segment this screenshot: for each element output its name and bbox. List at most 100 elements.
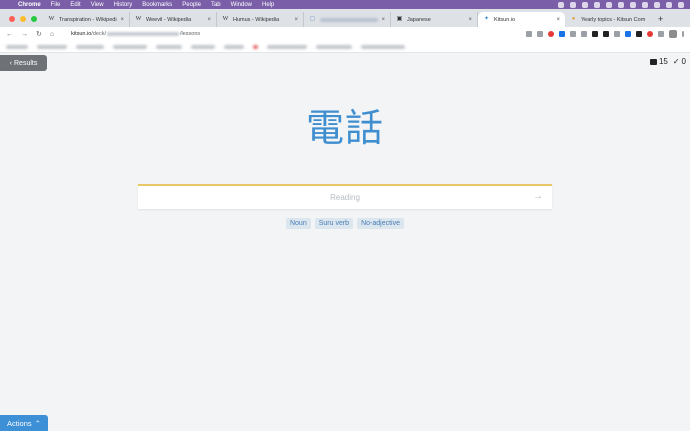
extension-icon[interactable] bbox=[570, 31, 576, 37]
results-button[interactable]: ‹ Results bbox=[0, 55, 47, 71]
star-icon[interactable] bbox=[537, 31, 543, 37]
menu-app-name[interactable]: Chrome bbox=[18, 2, 41, 8]
window-controls bbox=[0, 16, 43, 27]
check-icon: ✓ bbox=[672, 57, 680, 66]
remaining-counter: 15 bbox=[649, 57, 668, 66]
tab-title: Transpiration - Wikipedia bbox=[59, 16, 118, 23]
close-tab-icon[interactable]: × bbox=[120, 17, 124, 23]
blurred-tab-title bbox=[320, 17, 379, 22]
extension-icon[interactable] bbox=[647, 31, 653, 37]
wifi-icon[interactable] bbox=[630, 1, 636, 8]
word-type-tags: Noun Suru verb No-adjective bbox=[0, 218, 690, 229]
home-button[interactable]: ⌂ bbox=[50, 31, 54, 38]
menu-window[interactable]: Window bbox=[231, 2, 252, 8]
extension-icon[interactable] bbox=[603, 31, 609, 37]
actions-button[interactable]: Actions ⌃ bbox=[0, 415, 48, 431]
extension-icon[interactable] bbox=[636, 31, 642, 37]
bookmarks-bar bbox=[0, 41, 690, 53]
tab-blurred[interactable]: ▢ × bbox=[304, 12, 391, 27]
inbox-icon bbox=[649, 59, 657, 65]
menu-help[interactable]: Help bbox=[262, 2, 274, 8]
status-icon[interactable] bbox=[570, 1, 576, 8]
bookmark-item[interactable] bbox=[316, 44, 352, 49]
reading-input[interactable] bbox=[138, 186, 552, 209]
lesson-page: ‹ Results 15 ✓0 電話 → Noun Suru verb No-a… bbox=[0, 53, 690, 431]
back-button[interactable]: ← bbox=[6, 31, 13, 38]
tag-no-adjective: No-adjective bbox=[357, 218, 404, 229]
adblock-icon[interactable] bbox=[548, 31, 554, 37]
bookmark-item[interactable] bbox=[224, 44, 244, 49]
extension-icon[interactable] bbox=[581, 31, 587, 37]
bookmark-item[interactable] bbox=[6, 44, 28, 49]
tab-humus[interactable]: W Humus - Wikipedia × bbox=[217, 12, 304, 27]
puzzle-icon[interactable] bbox=[658, 31, 664, 37]
menu-view[interactable]: View bbox=[91, 2, 104, 8]
flag-icon[interactable] bbox=[642, 1, 648, 8]
tab-kitsun[interactable]: ✦ Kitsun.io × bbox=[478, 12, 565, 27]
bookmark-item[interactable] bbox=[156, 44, 182, 49]
close-tab-icon[interactable]: × bbox=[207, 17, 211, 23]
progress-counters: 15 ✓ 0 bbox=[649, 57, 686, 66]
tab-transpiration[interactable]: W Transpiration - Wikipedia × bbox=[43, 12, 130, 27]
close-tab-icon[interactable]: × bbox=[468, 17, 472, 23]
results-label: Results bbox=[14, 59, 38, 67]
minimize-window-button[interactable] bbox=[20, 16, 26, 22]
tab-strip: W Transpiration - Wikipedia × W Weevil -… bbox=[0, 9, 690, 27]
remaining-count: 15 bbox=[658, 57, 668, 66]
done-count: 0 bbox=[681, 57, 686, 66]
battery-icon[interactable] bbox=[654, 1, 660, 8]
close-tab-icon[interactable]: × bbox=[556, 17, 560, 23]
kitsun-icon: ✦ bbox=[483, 16, 490, 22]
url-prefix: /deck/ bbox=[91, 31, 106, 37]
bookmark-item[interactable] bbox=[361, 44, 405, 49]
address-bar[interactable]: kitsun.io /deck/ /lessons bbox=[66, 31, 526, 37]
bookmark-item[interactable] bbox=[267, 44, 307, 49]
menu-icon[interactable] bbox=[682, 31, 684, 37]
extension-icon[interactable] bbox=[614, 31, 620, 37]
tab-title: Kitsun.io bbox=[494, 16, 516, 23]
tab-yearly-topics[interactable]: ● Yearly topics - Kitsun Com bbox=[565, 12, 652, 27]
bookmark-item[interactable] bbox=[191, 44, 215, 49]
menu-file[interactable]: File bbox=[51, 2, 61, 8]
status-icon[interactable] bbox=[558, 1, 564, 8]
menu-history[interactable]: History bbox=[114, 2, 133, 8]
bluetooth-icon[interactable] bbox=[618, 1, 624, 8]
page-icon: ▢ bbox=[309, 16, 316, 22]
bookmark-item[interactable] bbox=[113, 44, 147, 49]
wikipedia-icon: W bbox=[222, 16, 229, 22]
profile-avatar[interactable] bbox=[669, 30, 677, 38]
reload-button[interactable]: ↻ bbox=[36, 30, 42, 38]
status-icon[interactable] bbox=[582, 1, 588, 8]
forward-button[interactable]: → bbox=[21, 31, 28, 38]
extension-icon[interactable] bbox=[592, 31, 598, 37]
url-redacted bbox=[106, 32, 179, 36]
menu-tab[interactable]: Tab bbox=[211, 2, 221, 8]
cast-icon[interactable] bbox=[526, 31, 532, 37]
menu-bookmarks[interactable]: Bookmarks bbox=[142, 2, 172, 8]
extension-icon[interactable] bbox=[625, 31, 631, 37]
bookmark-item[interactable] bbox=[253, 44, 258, 49]
status-icon[interactable] bbox=[606, 1, 612, 8]
menu-edit[interactable]: Edit bbox=[70, 2, 80, 8]
zoom-window-button[interactable] bbox=[31, 16, 37, 22]
search-icon[interactable] bbox=[666, 1, 672, 8]
close-tab-icon[interactable]: × bbox=[294, 17, 298, 23]
menu-extras bbox=[558, 1, 690, 8]
control-center-icon[interactable] bbox=[678, 1, 684, 8]
close-window-button[interactable] bbox=[9, 16, 15, 22]
status-icon[interactable] bbox=[594, 1, 600, 8]
tab-title: Humus - Wikipedia bbox=[233, 16, 280, 23]
tab-japanese[interactable]: ▣ Japanese × bbox=[391, 12, 478, 27]
macos-menu-bar: Chrome File Edit View History Bookmarks … bbox=[0, 0, 690, 9]
close-tab-icon[interactable]: × bbox=[381, 17, 385, 23]
wikipedia-icon: W bbox=[135, 16, 142, 22]
submit-arrow-icon[interactable]: → bbox=[533, 191, 543, 202]
bookmark-item[interactable] bbox=[37, 44, 67, 49]
tab-weevil[interactable]: W Weevil - Wikipedia × bbox=[130, 12, 217, 27]
extension-icon[interactable] bbox=[559, 31, 565, 37]
url-suffix: /lessons bbox=[179, 31, 201, 37]
menu-people[interactable]: People bbox=[182, 2, 201, 8]
bookmark-item[interactable] bbox=[76, 44, 104, 49]
chevron-up-icon: ⌃ bbox=[34, 418, 41, 428]
new-tab-button[interactable]: + bbox=[652, 14, 669, 27]
